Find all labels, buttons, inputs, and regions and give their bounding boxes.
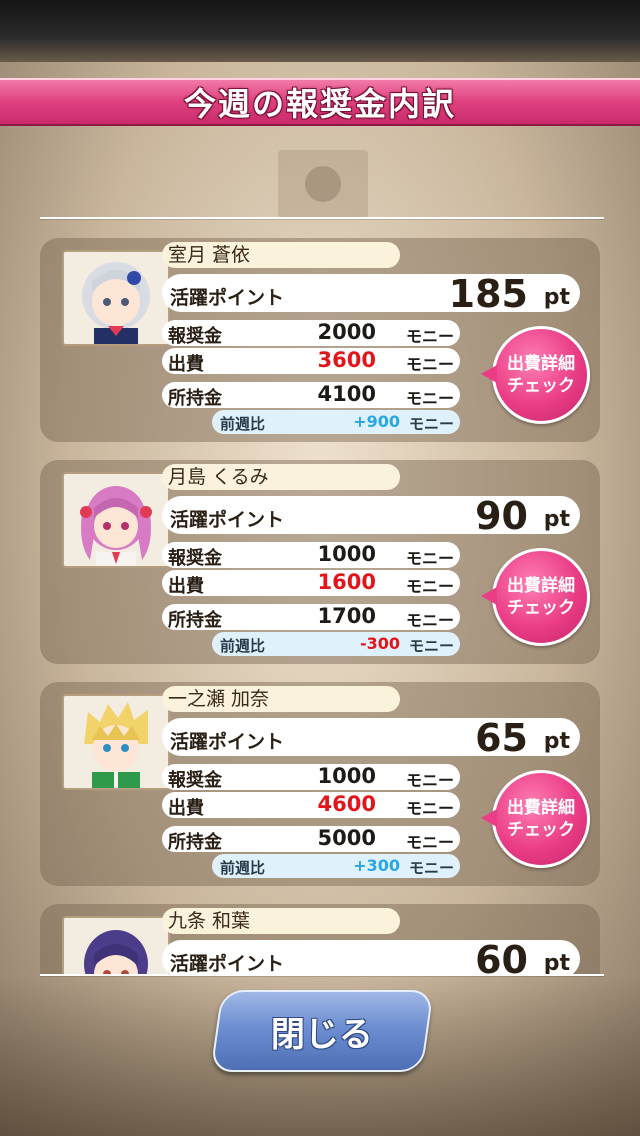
detail-line2: チェック xyxy=(507,820,575,840)
reward-unit: モニー xyxy=(405,549,454,568)
activity-label: 活躍ポイント xyxy=(170,287,285,309)
reward-unit: モニー xyxy=(405,327,454,346)
detail-line2: チェック xyxy=(507,598,575,618)
expense-unit: モニー xyxy=(405,577,454,596)
balance-value: 1700 xyxy=(317,604,376,628)
character-card: 室月 蒼依 活躍ポイント 185 pt 報奨金 2000 モニー 出費 3600… xyxy=(40,238,600,442)
expense-row: 出費 3600 モニー xyxy=(162,348,460,375)
activity-value: 185 xyxy=(448,272,528,316)
prev-week-value: +300 xyxy=(353,856,400,875)
expense-detail-button[interactable]: 出費詳細 チェック xyxy=(481,770,590,868)
activity-value: 65 xyxy=(475,716,528,760)
activity-points-row: 活躍ポイント 90 pt xyxy=(162,494,580,538)
page-title: 今週の報奨金内訳 xyxy=(183,85,456,123)
activity-value: 90 xyxy=(475,494,528,538)
prev-week-label: 前週比 xyxy=(220,415,266,433)
balance-value: 5000 xyxy=(317,826,376,850)
character-avatar xyxy=(62,694,170,790)
balance-unit: モニー xyxy=(405,833,454,852)
prev-week-value: -300 xyxy=(359,634,400,653)
activity-unit: pt xyxy=(543,285,570,310)
balance-label: 所持金 xyxy=(168,832,222,853)
character-avatar xyxy=(62,250,170,346)
balance-label: 所持金 xyxy=(168,388,222,409)
close-button-label: 閉じる xyxy=(271,1014,373,1055)
character-name: 月島 くるみ xyxy=(162,464,400,490)
activity-points-row: 活躍ポイント 185 pt xyxy=(162,272,580,316)
activity-label: 活躍ポイント xyxy=(170,953,285,974)
character-name: 九条 和葉 xyxy=(162,908,400,934)
reward-unit: モニー xyxy=(405,771,454,790)
activity-unit: pt xyxy=(543,951,570,974)
balance-unit: モニー xyxy=(405,611,454,630)
prev-week-value: +900 xyxy=(353,412,400,431)
expense-row: 出費 4600 モニー xyxy=(162,792,460,819)
expense-label: 出費 xyxy=(168,798,204,819)
character-avatar xyxy=(62,472,170,568)
detail-line1: 出費詳細 xyxy=(507,576,575,596)
expense-detail-button[interactable]: 出費詳細 チェック xyxy=(481,326,590,424)
reward-label: 報奨金 xyxy=(168,326,222,347)
prev-week-row: 前週比 +900 モニー xyxy=(212,410,460,434)
balance-value: 4100 xyxy=(317,382,376,406)
activity-points-row: 活躍ポイント 65 pt xyxy=(162,716,580,760)
expense-unit: モニー xyxy=(405,355,454,374)
balance-label: 所持金 xyxy=(168,610,222,631)
prev-week-unit: モニー xyxy=(408,637,454,655)
character-card: 月島 くるみ 活躍ポイント 90 pt 報奨金 1000 モニー 出費 1600… xyxy=(40,460,600,664)
balance-row: 所持金 5000 モニー xyxy=(162,826,460,853)
balance-row: 所持金 1700 モニー xyxy=(162,604,460,631)
activity-points-row: 活躍ポイント 60 pt xyxy=(162,938,580,974)
expense-label: 出費 xyxy=(168,354,204,375)
detail-line1: 出費詳細 xyxy=(507,354,575,374)
expense-value: 3600 xyxy=(317,348,376,372)
balance-row: 所持金 4100 モニー xyxy=(162,382,460,409)
character-name: 一之瀬 加奈 xyxy=(162,686,400,712)
reward-label: 報奨金 xyxy=(168,770,222,791)
prev-week-label: 前週比 xyxy=(220,859,266,877)
reward-row: 報奨金 1000 モニー xyxy=(162,764,460,791)
prev-week-unit: モニー xyxy=(408,415,454,433)
prev-week-unit: モニー xyxy=(408,859,454,877)
character-list[interactable]: 室月 蒼依 活躍ポイント 185 pt 報奨金 2000 モニー 出費 3600… xyxy=(0,222,640,974)
emblem-icon xyxy=(278,150,368,218)
character-card: 一之瀬 加奈 活躍ポイント 65 pt 報奨金 1000 モニー 出費 4600… xyxy=(40,682,600,886)
top-bar xyxy=(0,0,640,62)
activity-unit: pt xyxy=(543,507,570,532)
expense-detail-button[interactable]: 出費詳細 チェック xyxy=(481,548,590,646)
expense-row: 出費 1600 モニー xyxy=(162,570,460,597)
character-card: 九条 和葉 活躍ポイント 60 pt xyxy=(40,904,600,974)
expense-label: 出費 xyxy=(168,576,204,597)
prev-week-label: 前週比 xyxy=(220,637,266,655)
title-banner: 今週の報奨金内訳 xyxy=(0,78,640,126)
bottom-divider xyxy=(40,974,604,976)
top-divider xyxy=(40,217,604,219)
balance-unit: モニー xyxy=(405,389,454,408)
reward-value: 1000 xyxy=(317,542,376,566)
reward-value: 2000 xyxy=(317,320,376,344)
prev-week-row: 前週比 +300 モニー xyxy=(212,854,460,878)
expense-unit: モニー xyxy=(405,799,454,818)
detail-line2: チェック xyxy=(507,376,575,396)
prev-week-row: 前週比 -300 モニー xyxy=(212,632,460,656)
activity-label: 活躍ポイント xyxy=(170,731,285,753)
expense-value: 1600 xyxy=(317,570,376,594)
close-button[interactable]: 閉じる xyxy=(210,990,434,1072)
expense-value: 4600 xyxy=(317,792,376,816)
reward-row: 報奨金 1000 モニー xyxy=(162,542,460,569)
detail-line1: 出費詳細 xyxy=(507,798,575,818)
character-avatar xyxy=(62,916,170,974)
character-name: 室月 蒼依 xyxy=(162,242,400,268)
reward-label: 報奨金 xyxy=(168,548,222,569)
activity-label: 活躍ポイント xyxy=(170,509,285,531)
activity-unit: pt xyxy=(543,729,570,754)
reward-row: 報奨金 2000 モニー xyxy=(162,320,460,347)
reward-value: 1000 xyxy=(317,764,376,788)
activity-value: 60 xyxy=(475,938,528,974)
